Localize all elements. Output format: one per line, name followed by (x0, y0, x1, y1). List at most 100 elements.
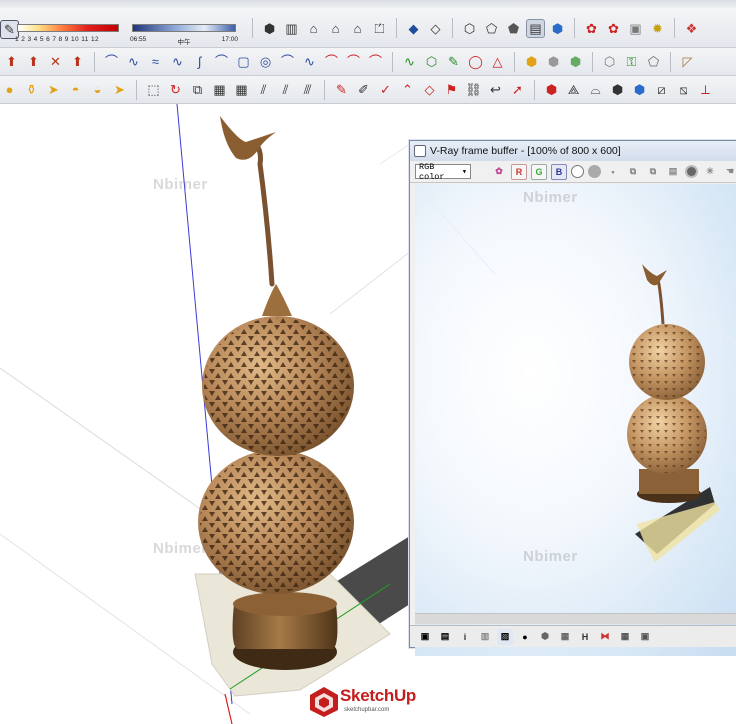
mono-channel-icon[interactable] (588, 165, 601, 178)
flag-icon[interactable]: ⚑ (442, 80, 461, 99)
style-icon[interactable]: ⬢ (548, 19, 567, 38)
check-icon[interactable]: ✓ (376, 80, 395, 99)
srgb-icon[interactable]: ▣ (637, 629, 653, 645)
shell-icon[interactable]: ⬡ (600, 52, 619, 71)
curve-1-icon[interactable]: ⌒ (102, 52, 121, 71)
tiles-icon[interactable]: ⬢ (630, 80, 649, 99)
curve-red-1-icon[interactable]: ⌒ (322, 52, 341, 71)
frame-icon[interactable]: ⧄ (652, 80, 671, 99)
back-view-icon[interactable]: ⌂ (348, 19, 367, 38)
color-wheel-icon[interactable]: ✿ (491, 164, 507, 180)
shadow-date-slider[interactable]: 1 2 3 4 5 6 7 8 9 10 11 12 (13, 20, 123, 46)
solid-subtract-icon[interactable]: ⬢ (544, 52, 563, 71)
vray-options-icon[interactable]: ✿ (604, 19, 623, 38)
grid-icon[interactable]: ▦ (232, 80, 251, 99)
bottom-icon-1[interactable]: ▣ (417, 629, 433, 645)
render-region-icon[interactable]: ● (517, 629, 533, 645)
rotate-box-icon[interactable]: ⧅ (674, 80, 693, 99)
curve-2-icon[interactable]: ∿ (124, 52, 143, 71)
hatch-icon[interactable]: ⫻ (298, 80, 317, 99)
green-channel-button[interactable]: G (531, 163, 547, 180)
vfb-titlebar[interactable]: V-Ray frame buffer - [100% of 800 x 600] (410, 141, 736, 161)
chain-icon[interactable]: ⛓ (464, 80, 483, 99)
rectangle-icon[interactable]: ▢ (234, 52, 253, 71)
top-view-icon[interactable]: ▥ (282, 19, 301, 38)
cone-icon[interactable]: ➤ (110, 80, 129, 99)
wrench-icon[interactable]: ✎ (444, 52, 463, 71)
bend-icon[interactable]: ⌃ (398, 80, 417, 99)
clear-icon[interactable]: ▤ (665, 164, 681, 180)
shaded-textures-icon[interactable]: ⬟ (504, 19, 523, 38)
vray-vfb-icon[interactable]: ▣ (626, 19, 645, 38)
xray-icon[interactable]: ◆ (404, 19, 423, 38)
lasso-icon[interactable]: ↩ (486, 80, 505, 99)
history-button[interactable]: H (577, 629, 593, 645)
vray-render-icon[interactable]: ✿ (582, 19, 601, 38)
move-icon[interactable]: ⬚ (144, 80, 163, 99)
line-pen-icon[interactable]: ✐ (354, 80, 373, 99)
triangle-icon[interactable]: △ (488, 52, 507, 71)
rotate-icon[interactable]: ↻ (166, 80, 185, 99)
right-view-icon[interactable]: ⌂ (326, 19, 345, 38)
hand-icon[interactable]: ☚ (722, 164, 736, 180)
bridge-icon[interactable]: ⌓ (586, 80, 605, 99)
eraser-icon[interactable]: ◇ (420, 80, 439, 99)
channel-select[interactable]: RGB color ▾ (415, 162, 471, 182)
vray-light-icon[interactable]: ✹ (648, 19, 667, 38)
vray-sphere-icon[interactable]: ❖ (682, 19, 701, 38)
track-mouse-icon[interactable]: ✳ (702, 164, 718, 180)
measure-icon[interactable]: ⟂ (696, 80, 715, 99)
arc-2-icon[interactable]: ⌒ (278, 52, 297, 71)
scale-icon[interactable]: ⧉ (188, 80, 207, 99)
left-view-icon[interactable]: ⏍ (370, 19, 389, 38)
curve-5-icon[interactable]: ∫ (190, 52, 209, 71)
curve-3-icon[interactable]: ≈ (146, 52, 165, 71)
pen-red-icon[interactable]: ✎ (332, 80, 351, 99)
shadow-time-slider[interactable]: 06:55 中午 17:00 (128, 20, 240, 46)
color-correct-icon[interactable]: ▨ (497, 628, 513, 645)
blue-channel-button[interactable]: B (551, 163, 567, 180)
curve-red-3-icon[interactable]: ⌒ (366, 52, 385, 71)
paint-icon[interactable]: ● (0, 80, 19, 99)
hemisphere-icon[interactable]: ◓ (66, 80, 85, 99)
solid-union-icon[interactable]: ⬢ (522, 52, 541, 71)
box-icon[interactable]: ⬢ (542, 80, 561, 99)
freehand-icon[interactable]: ∿ (300, 52, 319, 71)
pixel-aspect-icon[interactable]: ▦ (617, 629, 633, 645)
array-icon[interactable]: ▦ (210, 80, 229, 99)
copy-icon[interactable]: ⧉ (625, 164, 641, 180)
bezier-icon[interactable]: ∿ (400, 52, 419, 71)
arrow-icon[interactable]: ➤ (44, 80, 63, 99)
offset-up-icon[interactable]: ⬆ (2, 52, 21, 71)
lens-effects-icon[interactable]: ⬢ (537, 629, 553, 645)
vfb-horizontal-scrollbar[interactable] (415, 613, 736, 624)
iso-view-icon[interactable]: ⬢ (260, 19, 279, 38)
bucket-icon[interactable]: ⚱ (22, 80, 41, 99)
offset-face-icon[interactable]: ⬆ (68, 52, 87, 71)
sandbox-icon[interactable]: ◸ (678, 52, 697, 71)
shaded-icon[interactable]: ⬠ (482, 19, 501, 38)
arc-icon[interactable]: ⌒ (212, 52, 231, 71)
lock-icon[interactable]: ⚿ (622, 52, 641, 71)
monochrome-icon[interactable]: ▤ (526, 18, 545, 38)
info-button[interactable]: i (457, 629, 473, 645)
ellipse-icon[interactable]: ◯ (466, 52, 485, 71)
histogram-icon[interactable]: ▥ (477, 629, 493, 645)
dome-icon[interactable]: ◒ (88, 80, 107, 99)
curve-red-2-icon[interactable]: ⌒ (344, 52, 363, 71)
vray-frame-buffer-window[interactable]: V-Ray frame buffer - [100% of 800 x 600]… (409, 140, 736, 656)
time-gradient-bar[interactable] (132, 24, 236, 32)
solid-intersect-icon[interactable]: ⬢ (566, 52, 585, 71)
stop-render-icon[interactable] (685, 165, 698, 178)
save-icon[interactable]: ▪ (605, 164, 621, 180)
month-gradient-bar[interactable] (17, 24, 119, 32)
offset-cross-icon[interactable]: ✕ (46, 52, 65, 71)
stair-icon[interactable]: ⫽ (254, 80, 273, 99)
spiral-icon[interactable]: ◎ (256, 52, 275, 71)
wireframe-icon[interactable]: ◇ (426, 19, 445, 38)
follow-me-icon[interactable]: ➚ (508, 80, 527, 99)
outer-shell-icon[interactable]: ⬠ (644, 52, 663, 71)
bottom-icon-2[interactable]: ▤ (437, 629, 453, 645)
compare-icon[interactable]: ⧓ (597, 629, 613, 645)
hidden-line-icon[interactable]: ⬡ (460, 19, 479, 38)
